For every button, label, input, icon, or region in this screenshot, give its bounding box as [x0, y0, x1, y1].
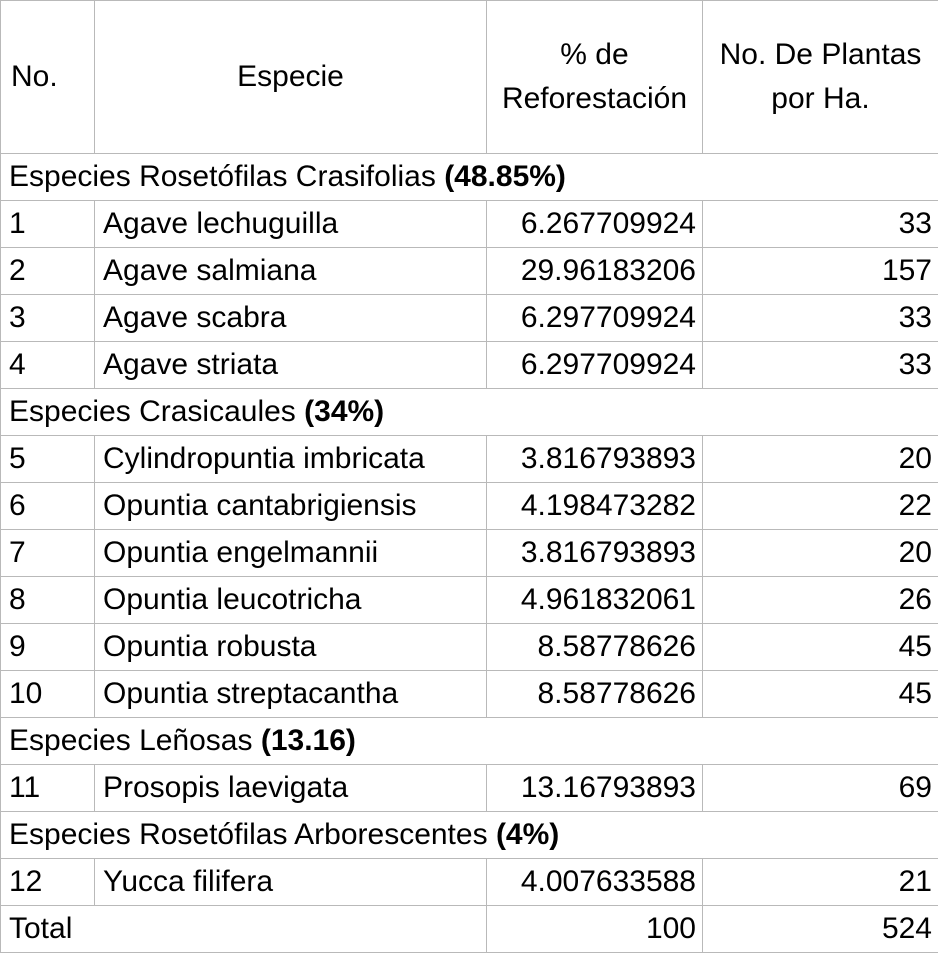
cell-species: Opuntia leucotricha: [94, 576, 487, 624]
cell-percent: 6.297709924: [486, 294, 703, 342]
table-row: 10 Opuntia streptacantha 8.58778626 45: [0, 670, 938, 718]
header-row: No. Especie % de Reforestación No. De Pl…: [0, 0, 938, 154]
group-row: Especies Rosetófilas Arborescentes (4%): [0, 811, 938, 859]
group-title: Especies Crasicaules (34%): [0, 388, 938, 436]
cell-plants: 45: [702, 623, 938, 671]
cell-species: Agave lechuguilla: [94, 200, 487, 248]
cell-species: Opuntia robusta: [94, 623, 487, 671]
total-plants: 524: [702, 905, 938, 953]
group-row: Especies Rosetófilas Crasifolias (48.85%…: [0, 153, 938, 201]
cell-percent: 3.816793893: [486, 529, 703, 577]
table-row: 7 Opuntia engelmannii 3.816793893 20: [0, 529, 938, 577]
cell-plants: 33: [702, 200, 938, 248]
cell-plants: 26: [702, 576, 938, 624]
group-title: Especies Rosetófilas Crasifolias (48.85%…: [0, 153, 938, 201]
cell-plants: 21: [702, 858, 938, 906]
table-row: 8 Opuntia leucotricha 4.961832061 26: [0, 576, 938, 624]
cell-no: 9: [0, 623, 95, 671]
cell-plants: 33: [702, 341, 938, 389]
cell-species: Opuntia streptacantha: [94, 670, 487, 718]
table-row: 3 Agave scabra 6.297709924 33: [0, 294, 938, 342]
reforestation-table: No. Especie % de Reforestación No. De Pl…: [0, 0, 938, 953]
cell-no: 2: [0, 247, 95, 295]
cell-species: Cylindropuntia imbricata: [94, 435, 487, 483]
table-row: 12 Yucca filifera 4.007633588 21: [0, 858, 938, 906]
cell-percent: 6.267709924: [486, 200, 703, 248]
cell-plants: 45: [702, 670, 938, 718]
cell-species: Agave striata: [94, 341, 487, 389]
group-percent: (13.16): [260, 724, 356, 757]
cell-percent: 6.297709924: [486, 341, 703, 389]
table-row: 2 Agave salmiana 29.96183206 157: [0, 247, 938, 295]
cell-percent: 4.961832061: [486, 576, 703, 624]
cell-species: Yucca filifera: [94, 858, 487, 906]
cell-percent: 4.007633588: [486, 858, 703, 906]
cell-no: 11: [0, 764, 95, 812]
cell-no: 12: [0, 858, 95, 906]
cell-species: Opuntia engelmannii: [94, 529, 487, 577]
total-percent: 100: [486, 905, 703, 953]
cell-species: Prosopis laevigata: [94, 764, 487, 812]
group-title: Especies Rosetófilas Arborescentes (4%): [0, 811, 938, 859]
cell-species: Agave salmiana: [94, 247, 487, 295]
group-row: Especies Crasicaules (34%): [0, 388, 938, 436]
cell-plants: 22: [702, 482, 938, 530]
cell-plants: 20: [702, 529, 938, 577]
cell-no: 7: [0, 529, 95, 577]
table-row: 6 Opuntia cantabrigiensis 4.198473282 22: [0, 482, 938, 530]
header-plantas: No. De Plantas por Ha.: [702, 0, 938, 154]
total-row: Total 100 524: [0, 905, 938, 953]
cell-no: 1: [0, 200, 95, 248]
cell-species: Agave scabra: [94, 294, 487, 342]
table-row: 1 Agave lechuguilla 6.267709924 33: [0, 200, 938, 248]
cell-plants: 33: [702, 294, 938, 342]
cell-no: 3: [0, 294, 95, 342]
table-row: 9 Opuntia robusta 8.58778626 45: [0, 623, 938, 671]
cell-species: Opuntia cantabrigiensis: [94, 482, 487, 530]
group-title: Especies Leñosas (13.16): [0, 717, 938, 765]
header-especie: Especie: [94, 0, 487, 154]
cell-percent: 29.96183206: [486, 247, 703, 295]
group-row: Especies Leñosas (13.16): [0, 717, 938, 765]
cell-no: 10: [0, 670, 95, 718]
group-percent: (34%): [304, 395, 385, 428]
cell-plants: 20: [702, 435, 938, 483]
cell-plants: 69: [702, 764, 938, 812]
group-label: Especies Crasicaules: [9, 395, 296, 428]
group-label: Especies Rosetófilas Arborescentes: [9, 818, 488, 851]
table-row: 11 Prosopis laevigata 13.16793893 69: [0, 764, 938, 812]
group-percent: (48.85%): [444, 160, 566, 193]
table-row: 4 Agave striata 6.297709924 33: [0, 341, 938, 389]
cell-no: 6: [0, 482, 95, 530]
group-label: Especies Leñosas: [9, 724, 253, 757]
cell-no: 8: [0, 576, 95, 624]
cell-no: 5: [0, 435, 95, 483]
header-no: No.: [0, 0, 95, 154]
group-percent: (4%): [495, 818, 560, 851]
header-reforestacion: % de Reforestación: [486, 0, 703, 154]
cell-no: 4: [0, 341, 95, 389]
group-label: Especies Rosetófilas Crasifolias: [9, 160, 436, 193]
cell-percent: 13.16793893: [486, 764, 703, 812]
cell-percent: 4.198473282: [486, 482, 703, 530]
cell-percent: 8.58778626: [486, 670, 703, 718]
cell-percent: 8.58778626: [486, 623, 703, 671]
cell-percent: 3.816793893: [486, 435, 703, 483]
total-label: Total: [0, 905, 487, 953]
table-row: 5 Cylindropuntia imbricata 3.816793893 2…: [0, 435, 938, 483]
cell-plants: 157: [702, 247, 938, 295]
